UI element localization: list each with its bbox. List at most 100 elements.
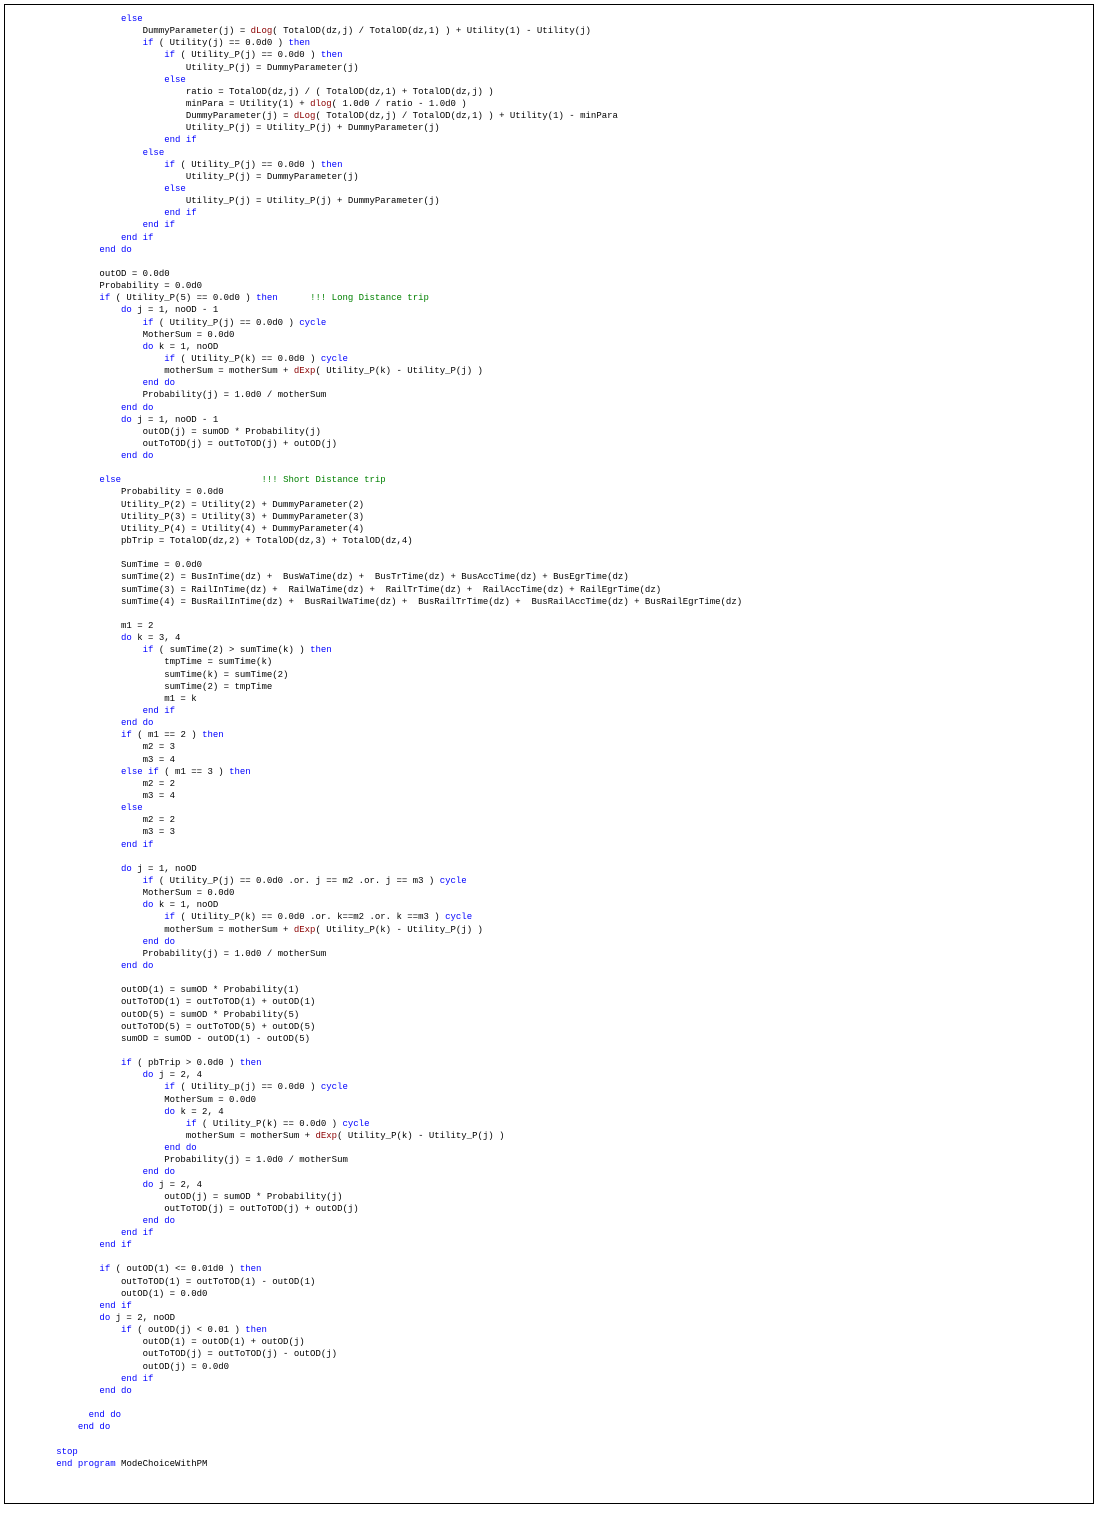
code-text: outToTOD(j) = outToTOD(j) + outOD(j) [164, 1204, 358, 1214]
code-text: k = 3, 4 [132, 633, 181, 643]
code-line: minPara = Utility(1) + dlog( 1.0d0 / rat… [13, 98, 1085, 110]
code-text: ( Utility_P(k) - Utility_P(j) ) [315, 366, 482, 376]
code-line: ratio = TotalOD(dz,j) / ( TotalOD(dz,1) … [13, 86, 1085, 98]
code-line: end if [13, 1300, 1085, 1312]
code-line: end do [13, 1142, 1085, 1154]
code-line: else [13, 183, 1085, 195]
code-line: sumTime(2) = BusInTime(dz) + BusWaTime(d… [13, 571, 1085, 583]
code-text: outOD(1) = outOD(1) + outOD(j) [143, 1337, 305, 1347]
code-text: ratio = TotalOD(dz,j) / ( TotalOD(dz,1) … [186, 87, 494, 97]
code-line [13, 1397, 1085, 1409]
code-line: else [13, 13, 1085, 25]
code-text: m2 = 2 [143, 815, 175, 825]
code-line: end do [13, 960, 1085, 972]
code-line: m2 = 2 [13, 778, 1085, 790]
code-line: MotherSum = 0.0d0 [13, 1094, 1085, 1106]
code-text: ( 1.0d0 / ratio - 1.0d0 ) [332, 99, 467, 109]
code-text: ( Utility_p(j) == 0.0d0 ) [175, 1082, 321, 1092]
code-text: tmpTime = sumTime(k) [164, 657, 272, 667]
code-line: Utility_P(4) = Utility(4) + DummyParamet… [13, 523, 1085, 535]
code-line: MotherSum = 0.0d0 [13, 329, 1085, 341]
keyword: end do [121, 961, 153, 971]
code-text: outOD(5) = sumOD * Probability(5) [121, 1010, 299, 1020]
code-text: ( Utility_P(k) == 0.0d0 .or. k==m2 .or. … [175, 912, 445, 922]
code-line: else !!! Short Distance trip [13, 474, 1085, 486]
comment: !!! Long Distance trip [310, 293, 429, 303]
code-text: Probability = 0.0d0 [99, 281, 202, 291]
code-text: ( Utility_P(j) == 0.0d0 ) [175, 160, 321, 170]
keyword: else [121, 14, 143, 24]
code-text: k = 2, 4 [175, 1107, 224, 1117]
code-line: outOD(j) = 0.0d0 [13, 1361, 1085, 1373]
code-line: do k = 3, 4 [13, 632, 1085, 644]
code-text: outOD(j) = sumOD * Probability(j) [164, 1192, 342, 1202]
keyword: do [121, 864, 132, 874]
code-line: end if [13, 219, 1085, 231]
code-text: sumTime(3) = RailInTime(dz) + RailWaTime… [121, 585, 661, 595]
code-text: m2 = 3 [143, 742, 175, 752]
code-line: sumOD = sumOD - outOD(1) - outOD(5) [13, 1033, 1085, 1045]
keyword: then [240, 1264, 262, 1274]
code-line: DummyParameter(j) = dLog( TotalOD(dz,j) … [13, 25, 1085, 37]
keyword: end do [121, 451, 153, 461]
code-text: sumOD = sumOD - outOD(1) - outOD(5) [121, 1034, 310, 1044]
code-line: Utility_P(3) = Utility(3) + DummyParamet… [13, 511, 1085, 523]
code-line: outToTOD(1) = outToTOD(1) + outOD(1) [13, 996, 1085, 1008]
keyword: end do [164, 1143, 196, 1153]
keyword: do [121, 415, 132, 425]
code-line: if ( Utility_P(j) == 0.0d0 ) then [13, 49, 1085, 61]
code-text: MotherSum = 0.0d0 [164, 1095, 256, 1105]
keyword: do [143, 900, 154, 910]
keyword: end if [121, 1374, 153, 1384]
code-line: m1 = k [13, 693, 1085, 705]
keyword: then [202, 730, 224, 740]
code-line: end if [13, 134, 1085, 146]
code-text: m3 = 4 [143, 791, 175, 801]
code-line [13, 1045, 1085, 1057]
code-listing: else DummyParameter(j) = dLog( TotalOD(d… [4, 4, 1094, 1504]
code-line: sumTime(3) = RailInTime(dz) + RailWaTime… [13, 584, 1085, 596]
code-line: do j = 1, noOD [13, 863, 1085, 875]
code-text: motherSum = motherSum + [186, 1131, 316, 1141]
code-text: ModeChoiceWithPM [116, 1459, 208, 1469]
keyword: if [164, 354, 175, 364]
code-text: j = 1, noOD - 1 [132, 415, 218, 425]
code-text: j = 1, noOD [132, 864, 197, 874]
code-text: k = 1, noOD [153, 342, 218, 352]
code-line: if ( outOD(1) <= 0.01d0 ) then [13, 1263, 1085, 1275]
code-line: outOD(1) = outOD(1) + outOD(j) [13, 1336, 1085, 1348]
keyword: if [121, 730, 132, 740]
keyword: do [121, 305, 132, 315]
code-line: end if [13, 207, 1085, 219]
code-text: ( Utility_P(k) == 0.0d0 ) [197, 1119, 343, 1129]
code-line: if ( Utility_P(k) == 0.0d0 .or. k==m2 .o… [13, 911, 1085, 923]
code-text: m2 = 2 [143, 779, 175, 789]
code-line: Probability(j) = 1.0d0 / motherSum [13, 1154, 1085, 1166]
code-line: end do [13, 450, 1085, 462]
builtin-func: dExp [294, 366, 316, 376]
code-text: Utility_P(4) = Utility(4) + DummyParamet… [121, 524, 364, 534]
code-text: ( Utility_P(k) - Utility_P(j) ) [337, 1131, 504, 1141]
code-line: motherSum = motherSum + dExp( Utility_P(… [13, 365, 1085, 377]
keyword: do [121, 633, 132, 643]
code-line: m2 = 3 [13, 741, 1085, 753]
code-text: j = 1, noOD - 1 [132, 305, 218, 315]
code-line: outToTOD(1) = outToTOD(1) - outOD(1) [13, 1276, 1085, 1288]
code-text: Utility_P(3) = Utility(3) + DummyParamet… [121, 512, 364, 522]
keyword: stop [56, 1447, 78, 1457]
code-line: do k = 2, 4 [13, 1106, 1085, 1118]
code-text: outToTOD(j) = outToTOD(j) + outOD(j) [143, 439, 337, 449]
builtin-func: dExp [294, 925, 316, 935]
keyword: end if [121, 840, 153, 850]
code-text: ( m1 == 2 ) [132, 730, 202, 740]
code-text: Utility_P(j) = DummyParameter(j) [186, 63, 359, 73]
keyword: end do [121, 718, 153, 728]
keyword: end do [99, 245, 131, 255]
keyword: end do [143, 937, 175, 947]
keyword: else [99, 475, 121, 485]
code-line: outOD = 0.0d0 [13, 268, 1085, 280]
code-line: if ( Utility_P(j) == 0.0d0 ) then [13, 159, 1085, 171]
code-line: outOD(j) = sumOD * Probability(j) [13, 1191, 1085, 1203]
code-text: sumTime(2) = tmpTime [164, 682, 272, 692]
code-line: end do [13, 1385, 1085, 1397]
